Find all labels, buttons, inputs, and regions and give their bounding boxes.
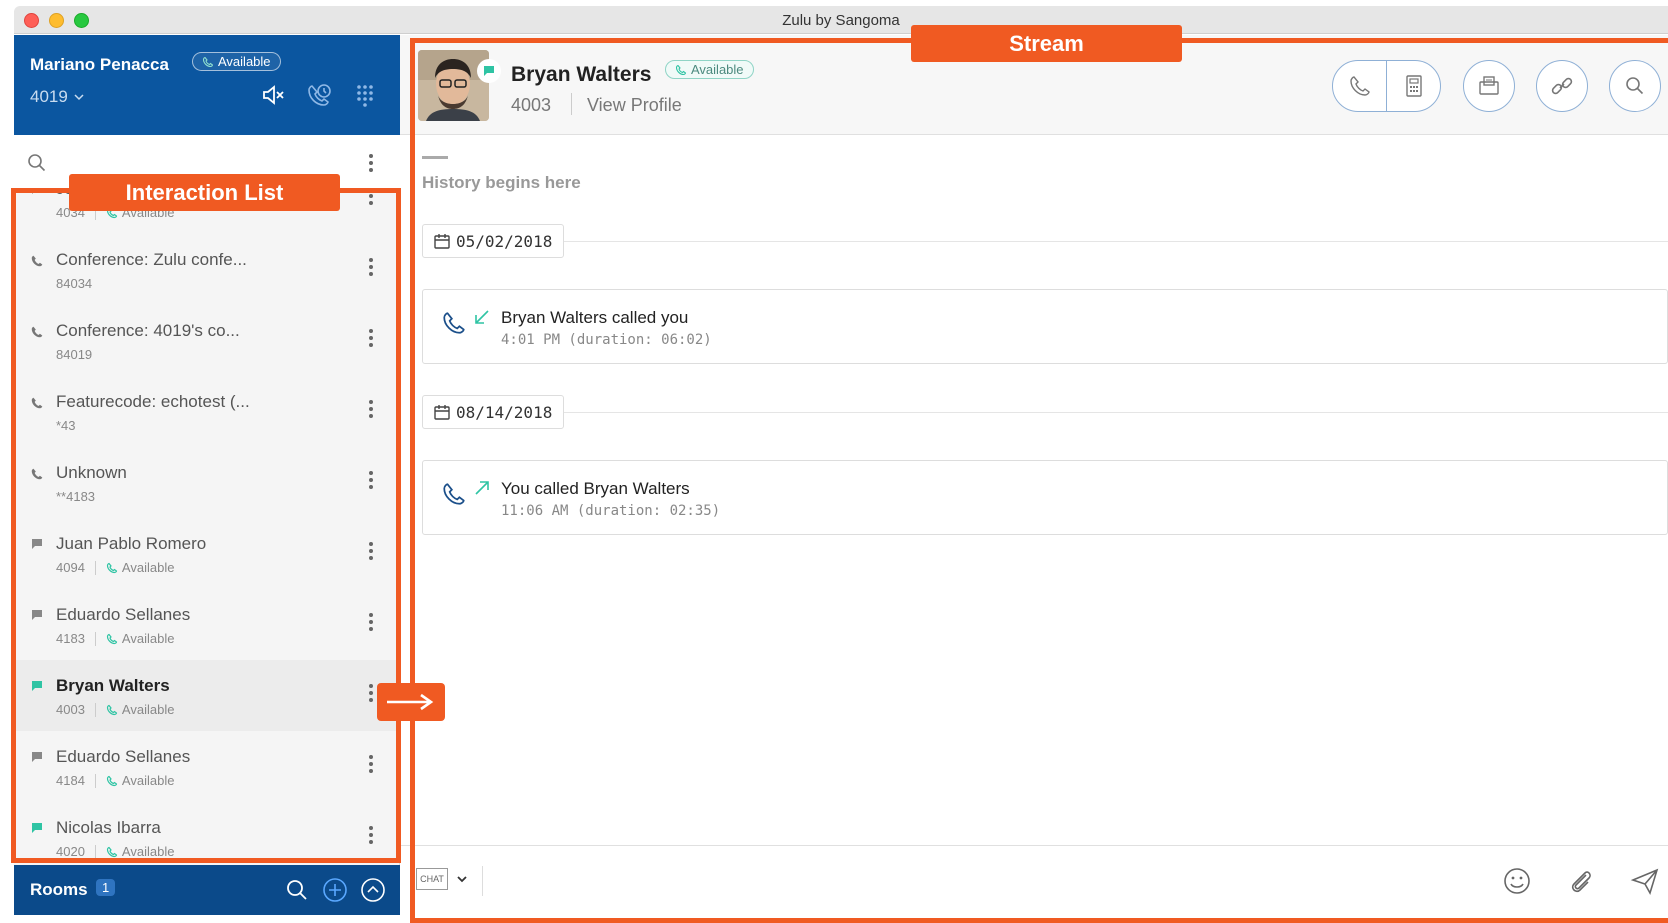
rooms-bar: Rooms 1	[14, 865, 400, 915]
list-options-menu-icon[interactable]	[366, 154, 376, 172]
user-name: Mariano Penacca	[30, 55, 169, 74]
window-title: Zulu by Sangoma	[782, 12, 900, 29]
stream-annotation: Stream	[911, 25, 1182, 62]
phone-icon	[202, 56, 214, 67]
rooms-label[interactable]: Rooms	[30, 880, 88, 900]
dialpad-icon[interactable]	[352, 82, 378, 113]
annotation-arrow-icon	[377, 683, 445, 721]
collapse-rooms-icon[interactable]	[360, 877, 386, 908]
interaction-list-highlight	[11, 188, 401, 863]
rooms-count-badge: 1	[96, 879, 116, 896]
window-titlebar: Zulu by Sangoma	[14, 6, 1668, 34]
chevron-down-icon	[74, 94, 84, 101]
user-header: Mariano Penacca Available 4019	[14, 35, 400, 135]
user-status-label: Available	[218, 54, 271, 69]
add-room-icon[interactable]	[322, 877, 348, 908]
user-extension: 4019	[30, 87, 68, 106]
search-rooms-icon[interactable]	[284, 877, 310, 908]
stream-highlight	[410, 38, 1668, 923]
user-status-badge[interactable]: Available	[192, 52, 281, 71]
speaker-muted-icon[interactable]	[260, 82, 286, 113]
call-history-icon[interactable]	[306, 82, 332, 113]
interaction-list-annotation: Interaction List	[69, 174, 340, 211]
search-icon[interactable]	[27, 153, 47, 173]
extension-selector[interactable]: 4019	[30, 87, 85, 107]
